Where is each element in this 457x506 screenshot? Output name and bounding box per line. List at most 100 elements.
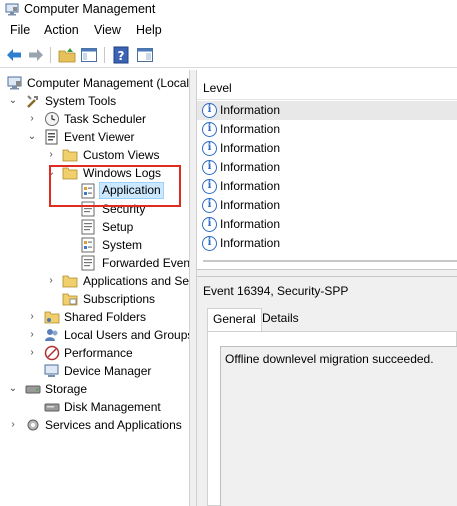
chevron-right-icon[interactable]: ›: [27, 348, 37, 358]
pane-divider[interactable]: [197, 270, 457, 277]
chevron-right-icon[interactable]: ›: [46, 276, 56, 286]
folder-icon: [62, 149, 78, 162]
title-bar: Computer Management: [0, 0, 457, 20]
menu-action[interactable]: Action: [44, 23, 79, 37]
menu-view[interactable]: View: [94, 23, 121, 37]
tree-item-performance[interactable]: › Performance: [0, 344, 189, 362]
chevron-down-icon[interactable]: ⌄: [8, 96, 18, 106]
computer-management-icon: [7, 76, 22, 90]
event-row[interactable]: i Information: [197, 177, 457, 196]
event-row[interactable]: i Information: [197, 196, 457, 215]
event-row[interactable]: i Information: [197, 101, 457, 120]
information-icon: i: [202, 103, 217, 118]
tree-item-label: Forwarded Event: [102, 256, 189, 270]
tab-panel-general: Offline downlevel migration succeeded.: [207, 331, 457, 506]
event-row[interactable]: i Information: [197, 215, 457, 234]
tree-item-system-tools[interactable]: ⌄ System Tools: [0, 92, 189, 110]
tree-item-device-manager[interactable]: Device Manager: [0, 362, 189, 380]
performance-icon: [44, 345, 60, 361]
column-header-level[interactable]: Level: [197, 78, 457, 100]
chevron-right-icon[interactable]: ›: [27, 330, 37, 340]
tree-item-setup[interactable]: Setup: [0, 218, 189, 236]
log-icon: [81, 219, 95, 235]
pane-splitter[interactable]: [189, 70, 197, 506]
column-header-label: Level: [203, 81, 232, 95]
chevron-right-icon[interactable]: ›: [27, 312, 37, 322]
menu-file[interactable]: File: [10, 23, 30, 37]
tab-details[interactable]: Details: [257, 308, 304, 331]
tree-item-label: Subscriptions: [83, 292, 156, 306]
tree-item-label: Shared Folders: [64, 310, 147, 324]
event-level: Information: [220, 103, 281, 117]
tree-item-label: Performance: [64, 346, 133, 360]
event-row[interactable]: i Information: [197, 139, 457, 158]
menu-help[interactable]: Help: [136, 23, 162, 37]
shared-folders-icon: [44, 311, 60, 324]
forward-arrow-icon[interactable]: [27, 46, 45, 64]
tree-item-subscriptions[interactable]: Subscriptions: [0, 290, 189, 308]
event-level: Information: [220, 122, 281, 136]
tree-item-task-scheduler[interactable]: › Task Scheduler: [0, 110, 189, 128]
chevron-right-icon[interactable]: ›: [46, 150, 56, 160]
tree-item-custom-views[interactable]: › Custom Views: [0, 146, 189, 164]
tree-item-label: Disk Management: [64, 400, 161, 414]
tree-item-label: Services and Applications: [45, 418, 182, 432]
chevron-down-icon[interactable]: ⌄: [8, 384, 18, 394]
chevron-right-icon[interactable]: ›: [8, 420, 18, 430]
properties-icon[interactable]: [136, 46, 154, 64]
tree-item-forwarded-events[interactable]: Forwarded Event: [0, 254, 189, 272]
tree-item-label: Event Viewer: [64, 130, 135, 144]
log-icon: [81, 255, 95, 271]
help-icon[interactable]: ?: [112, 46, 130, 64]
toolbar: ?: [0, 42, 457, 68]
tree-item-computer-management[interactable]: Computer Management (Local: [0, 74, 189, 92]
event-level: Information: [220, 198, 281, 212]
clock-icon: [45, 112, 59, 126]
back-arrow-icon[interactable]: [5, 46, 23, 64]
tree-item-disk-management[interactable]: Disk Management: [0, 398, 189, 416]
event-row[interactable]: i Information: [197, 158, 457, 177]
folder-icon: [62, 275, 78, 288]
chevron-down-icon[interactable]: ⌄: [27, 132, 37, 142]
event-viewer-icon: [45, 129, 58, 145]
event-level: Information: [220, 236, 281, 250]
highlight-box: [49, 165, 181, 207]
event-level: Information: [220, 179, 281, 193]
toolbar-separator: [50, 47, 51, 63]
event-level: Information: [220, 160, 281, 174]
toolbar-separator: [104, 47, 105, 63]
tree-item-shared-folders[interactable]: › Shared Folders: [0, 308, 189, 326]
computer-management-icon: [5, 3, 19, 16]
tree-item-label: Applications and Se: [83, 274, 189, 288]
tree-item-label: Device Manager: [64, 364, 152, 378]
disk-icon: [44, 403, 60, 412]
information-icon: i: [202, 217, 217, 232]
event-message: Offline downlevel migration succeeded.: [225, 352, 434, 366]
chevron-right-icon[interactable]: ›: [27, 114, 37, 124]
horizontal-scrollbar[interactable]: [203, 260, 457, 262]
event-message-box[interactable]: Offline downlevel migration succeeded.: [220, 346, 457, 506]
up-folder-icon[interactable]: [58, 46, 76, 64]
show-hide-console-tree-icon[interactable]: [80, 46, 98, 64]
tree-item-system[interactable]: System: [0, 236, 189, 254]
tree-item-event-viewer[interactable]: ⌄ Event Viewer: [0, 128, 189, 146]
event-level: Information: [220, 141, 281, 155]
event-row[interactable]: i Information: [197, 120, 457, 139]
window-title: Computer Management: [24, 2, 156, 16]
event-level: Information: [220, 217, 281, 231]
subscriptions-icon: [62, 293, 78, 306]
event-details-title: Event 16394, Security-SPP: [203, 284, 349, 298]
tab-general[interactable]: General: [207, 308, 262, 331]
information-icon: i: [202, 236, 217, 251]
tree-item-label: Storage: [45, 382, 88, 396]
services-icon: [27, 419, 39, 431]
event-row[interactable]: i Information: [197, 234, 457, 253]
tree-item-services-and-applications[interactable]: › Services and Applications: [0, 416, 189, 434]
tab-label: General: [213, 312, 256, 326]
tree-item-applications-and-services[interactable]: › Applications and Se: [0, 272, 189, 290]
tree-item-label: Custom Views: [83, 148, 160, 162]
tools-icon: [27, 95, 38, 108]
tree-item-storage[interactable]: ⌄ Storage: [0, 380, 189, 398]
tree-item-label: Computer Management (Local: [27, 76, 189, 90]
tree-item-local-users-and-groups[interactable]: › Local Users and Groups: [0, 326, 189, 344]
